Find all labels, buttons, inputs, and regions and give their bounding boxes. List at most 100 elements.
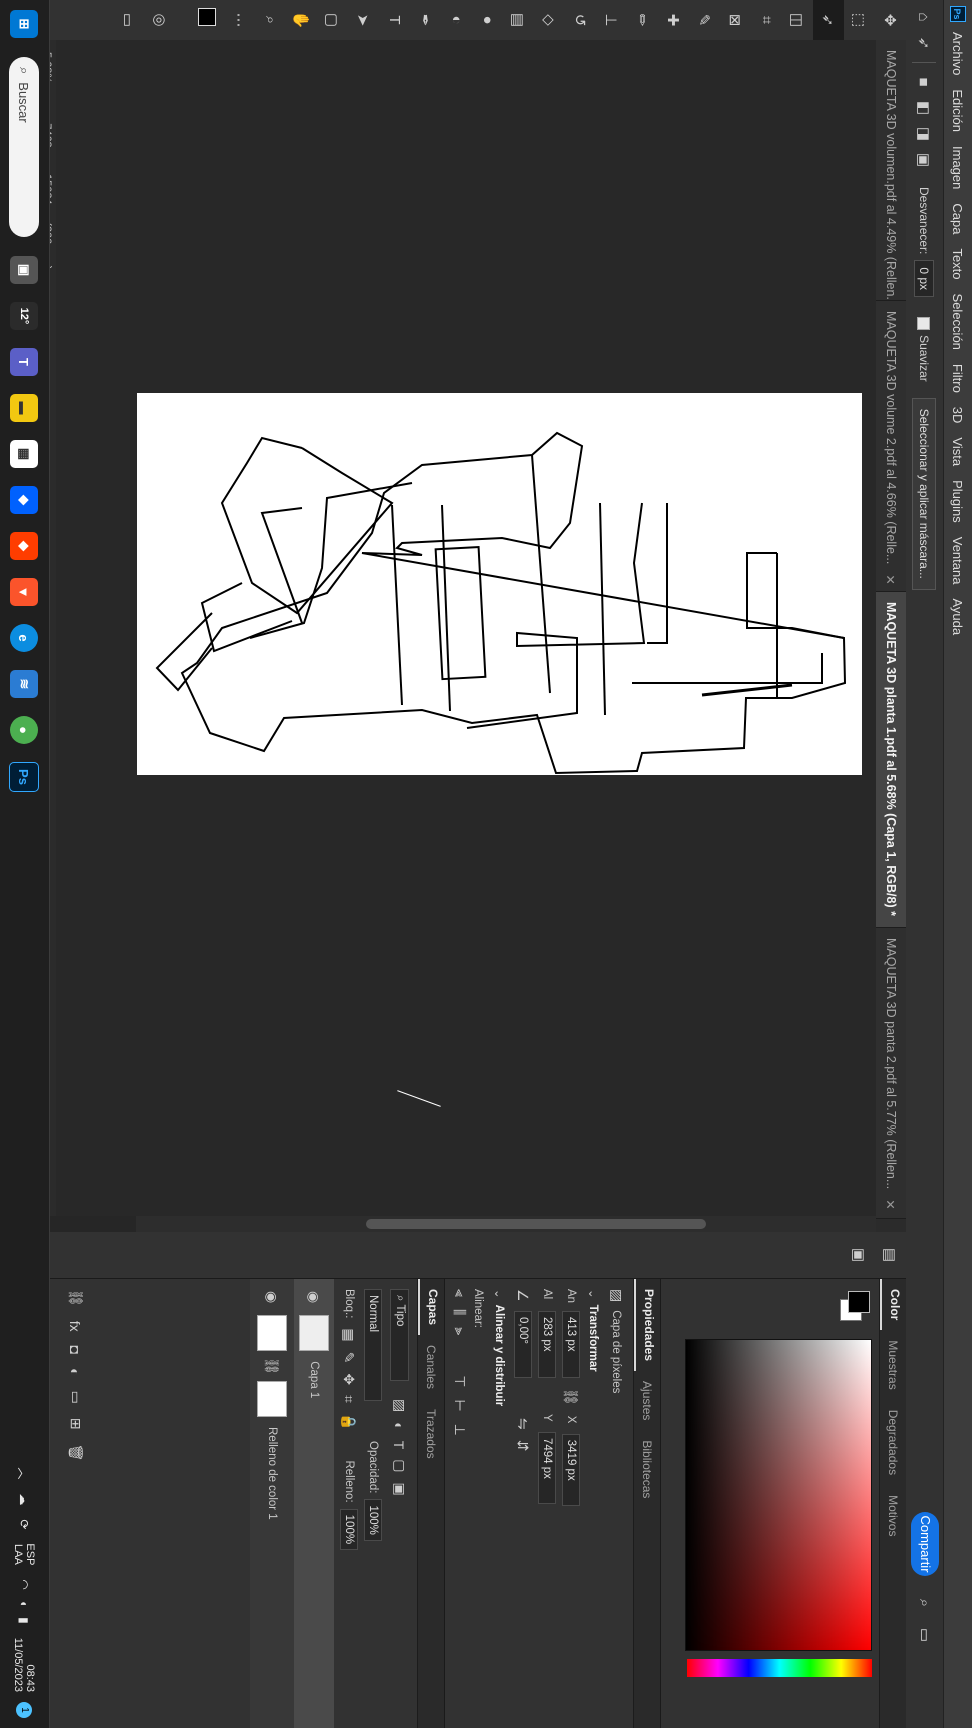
lasso-tool-icon[interactable]: ➶ [911,30,937,56]
chevron-down-icon[interactable]: ⌄ [586,1289,600,1299]
lock-all-icon[interactable]: 🔒 [341,1413,358,1430]
chevron-down-icon[interactable]: ⌄ [492,1289,506,1299]
selection-tool-icon[interactable]: ◫ [782,0,813,40]
lock-artboard-icon[interactable]: ⌗ [341,1395,358,1403]
layer-filter-select[interactable]: ⌕ Tipo [390,1289,409,1381]
select-and-mask-button[interactable]: Seleccionar y aplicar máscara... [912,397,936,590]
tab-bibliotecas[interactable]: Bibliotecas [634,1430,654,1508]
healing-tool-icon[interactable]: ✚ [658,0,689,40]
close-icon[interactable]: ✕ [884,574,899,584]
eraser-tool-icon[interactable]: ◇ [534,0,565,40]
smooth-checkbox[interactable] [917,317,931,331]
visibility-eye-icon[interactable]: ◉ [306,1291,323,1303]
adjustment-layer-icon[interactable]: ◐ [68,1368,84,1376]
menu-ventana[interactable]: Ventana [951,537,966,585]
tab-motivos[interactable]: Motivos [880,1485,900,1546]
quick-mask-icon[interactable]: ◎ [145,0,176,40]
filter-smart-icon[interactable]: ▣ [391,1483,408,1496]
photoshop-taskbar-icon[interactable]: Ps [9,762,39,792]
menu-capa[interactable]: Capa [951,203,966,234]
align-bottom-icon[interactable]: ⊥ [451,1424,468,1436]
opacity-field[interactable]: 100% [364,1499,382,1541]
x-field[interactable]: 3419 px [562,1433,580,1506]
history-panel-icon[interactable]: ▤ [875,1232,906,1278]
crop-tool-icon[interactable]: ⌗ [751,0,782,40]
cloud-icon[interactable]: ☁ [17,1493,31,1505]
flip-horizontal-icon[interactable]: ⇋ [515,1418,532,1430]
fx-icon[interactable]: fx [68,1321,84,1332]
link-icon[interactable]: ⛓ [563,1388,580,1406]
new-selection-icon[interactable]: ■ [911,69,937,95]
workspace-icon[interactable]: ▭ [912,1622,938,1648]
menu-seleccion[interactable]: Selección [951,294,966,350]
type-tool-icon[interactable]: T [379,0,410,40]
scroll-thumb[interactable] [366,1219,706,1229]
dodge-tool-icon[interactable]: ◐ [441,0,472,40]
weather-widget[interactable]: 12° [10,302,38,330]
flip-vertical-icon[interactable]: ⇵ [515,1440,532,1452]
intersect-selection-icon[interactable]: ▣ [911,147,937,173]
gradient-tool-icon[interactable]: ▤ [503,0,534,40]
menu-archivo[interactable]: Archivo [951,32,966,75]
filter-type-icon[interactable]: T [392,1441,408,1450]
new-layer-icon[interactable]: ⊞ [67,1418,84,1430]
align-right-icon[interactable]: ⫸ [451,1327,468,1335]
teams-icon[interactable]: T [10,348,38,376]
menu-texto[interactable]: Texto [951,248,966,279]
close-icon[interactable]: ✕ [884,1199,899,1209]
blur-tool-icon[interactable]: ● [472,0,503,40]
layer-name[interactable]: Relleno de color 1 [266,1427,278,1520]
subtract-selection-icon[interactable]: ◨ [911,121,937,147]
menu-plugins[interactable]: Plugins [951,480,966,523]
tab-trazados[interactable]: Trazados [418,1399,438,1469]
document-canvas[interactable] [137,393,862,775]
home-icon[interactable]: ⌂ [911,4,937,30]
align-left-icon[interactable]: ⫷ [451,1289,468,1297]
filter-adjust-icon[interactable]: ◐ [392,1422,408,1430]
lasso-tool-icon[interactable]: ➶ [813,0,844,40]
align-top-icon[interactable]: ⊤ [451,1375,468,1387]
foreground-color-swatch[interactable] [198,8,216,26]
angle-field[interactable]: 0,00° [514,1311,532,1378]
tab-maqueta-panta-2[interactable]: MAQUETA 3D panta 2.pdf al 5.77% (Rellen.… [876,928,906,1219]
search-icon[interactable]: ⌕ [912,1590,938,1616]
path-selection-icon[interactable]: ➤ [348,0,379,40]
menu-imagen[interactable]: Imagen [951,146,966,189]
rectangle-tool-icon[interactable]: ▢ [317,0,348,40]
vertical-scrollbar[interactable] [136,1216,876,1232]
visibility-eye-icon[interactable]: ◉ [264,1291,281,1303]
edge-icon[interactable]: e [10,624,38,652]
menu-ayuda[interactable]: Ayuda [951,598,966,635]
pen-tool-icon[interactable]: ✒ [410,0,441,40]
sync-icon[interactable]: ⟳ [17,1519,31,1529]
link-layers-icon[interactable]: ⛓ [67,1289,84,1307]
color-picker-field[interactable] [685,1339,872,1651]
stamp-tool-icon[interactable]: ⊥ [596,0,627,40]
volume-icon[interactable]: ◖ [17,1600,31,1607]
menu-filtro[interactable]: Filtro [951,364,966,393]
align-middle-icon[interactable]: ⊢ [451,1399,468,1411]
lock-pixels-icon[interactable]: ▦ [341,1328,358,1341]
wifi-icon[interactable]: ◠ [17,1579,31,1589]
brave-icon[interactable]: ▼ [10,578,38,606]
layer-row-relleno[interactable]: ◉ ⛓ Relleno de color 1 [250,1279,294,1728]
file-explorer-icon[interactable]: ▬ [10,394,38,422]
tab-color[interactable]: Color [880,1279,902,1331]
height-field[interactable]: 283 px [538,1311,556,1378]
task-view-icon[interactable]: ▣ [10,256,38,284]
align-center-h-icon[interactable]: ⫼ [451,1309,468,1315]
add-selection-icon[interactable]: ◧ [911,95,937,121]
frame-tool-icon[interactable]: ⊠ [720,0,751,40]
width-field[interactable]: 413 px [562,1311,580,1378]
notification-badge[interactable]: 1 [16,1702,32,1718]
hand-tool-icon[interactable]: ✋ [286,0,317,40]
battery-icon[interactable]: ▮ [17,1617,31,1624]
share-button[interactable]: Compartir [911,1512,939,1576]
hue-slider[interactable] [687,1659,872,1677]
delete-layer-icon[interactable]: 🗑 [67,1444,84,1462]
chrome-icon[interactable]: ● [10,716,38,744]
tab-muestras[interactable]: Muestras [880,1330,900,1399]
app-icon[interactable]: ≋ [10,670,38,698]
dropbox-icon[interactable]: ◆ [10,486,38,514]
artboard-tool-icon[interactable]: ⬚ [844,0,875,40]
